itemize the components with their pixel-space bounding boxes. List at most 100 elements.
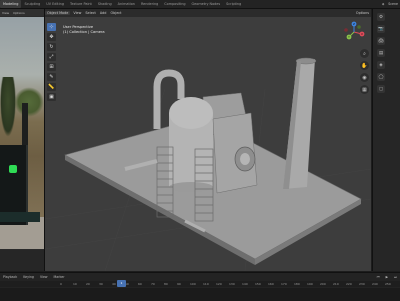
gizmo-y-label: Y (348, 35, 350, 39)
annotate-tool-icon[interactable]: ✎ (47, 73, 56, 81)
timeline-tick-label: 30 (99, 282, 103, 286)
viewport-options-button[interactable]: Options (354, 11, 371, 15)
workspace-tab[interactable]: Animation (115, 0, 138, 8)
timeline-tick-label: 150 (255, 282, 261, 286)
timeline-tick-label: 10 (73, 282, 77, 286)
timeline-tick-label: 20 (86, 282, 90, 286)
image-editor-menu-options[interactable]: Options (11, 11, 27, 15)
scene-properties-icon[interactable]: ◈ (377, 61, 385, 69)
timeline-menu-keying[interactable]: Keying (20, 275, 37, 279)
timeline-tick-label: 230 (359, 282, 365, 286)
workspace-tab[interactable]: Rendering (138, 0, 161, 8)
image-editor-menu-view[interactable]: View (0, 11, 11, 15)
tool-settings-icon[interactable]: ⚙ (377, 13, 385, 21)
workspace-tab[interactable]: Shading (95, 0, 115, 8)
timeline-header: Playback Keying View Marker ⏮ ▶ ⏭ (0, 273, 400, 280)
timeline-tick-label: 210 (333, 282, 339, 286)
collection-info: (1) Collection | Camera (63, 30, 105, 34)
viewport-header: Object Mode View Select Add Object Optio… (45, 9, 371, 17)
zoom-icon[interactable]: ⌕ (360, 49, 369, 58)
timeline-tick-label: 240 (372, 282, 378, 286)
output-properties-icon[interactable]: 🖨 (377, 37, 385, 45)
measure-tool-icon[interactable]: 📏 (47, 83, 56, 91)
timeline-tick-label: 60 (138, 282, 142, 286)
timeline-tick-label: 170 (281, 282, 287, 286)
timeline-menu-marker[interactable]: Marker (51, 275, 68, 279)
perspective-toggle-icon[interactable]: ▦ (360, 85, 369, 94)
workspace-tab[interactable]: Texture Paint (67, 0, 95, 8)
workspace-tab[interactable]: Scripting (223, 0, 244, 8)
world-properties-icon[interactable]: ◯ (377, 73, 385, 81)
timeline-editor: Playback Keying View Marker ⏮ ▶ ⏭ 0 10 20 3… (0, 272, 400, 301)
navigation-gizmo[interactable]: X Y Z (343, 21, 365, 43)
pan-hand-icon[interactable]: ✋ (360, 61, 369, 70)
gizmo-z-label: Z (353, 22, 355, 26)
timeline-tick-label: 130 (229, 282, 235, 286)
viewport-menu-select[interactable]: Select (83, 11, 97, 15)
camera-view-icon[interactable]: ◉ (360, 73, 369, 82)
cursor-tool-icon[interactable]: ⊹ (47, 23, 56, 31)
timeline-tick-label: 200 (320, 282, 326, 286)
move-tool-icon[interactable]: ✥ (47, 33, 56, 41)
jump-start-icon[interactable]: ⏮ (374, 275, 383, 279)
viewport-menu-add[interactable]: Add (98, 11, 109, 15)
image-editor-header: View Options (0, 9, 44, 16)
timeline-tick-label: 100 (190, 282, 196, 286)
image-editor-panel: View Options (0, 9, 45, 271)
timeline-tick-label: 140 (242, 282, 248, 286)
timeline-tick-label: 220 (346, 282, 352, 286)
timeline-tick-label: 90 (177, 282, 181, 286)
top-bar: Modeling Sculpting UV Editing Texture Paint… (0, 0, 400, 9)
timeline-ruler[interactable]: 0 10 20 30 40 50 60 70 80 90 100 110 120 130 140 150 160… (0, 281, 400, 287)
reference-image (0, 17, 44, 249)
render-properties-icon[interactable]: 📷 (377, 25, 385, 33)
navigation-buttons: ⌕ ✋ ◉ ▦ (360, 49, 369, 94)
viewport-menu-object[interactable]: Object (108, 11, 123, 15)
gizmo-x-label: X (361, 32, 363, 36)
current-frame-indicator[interactable]: 1 (117, 280, 126, 287)
3d-viewport[interactable]: Object Mode View Select Add Object Optio… (45, 9, 371, 271)
timeline-tick-label: 70 (151, 282, 155, 286)
smokestack[interactable] (283, 57, 317, 189)
workspace-tab[interactable]: Sculpting (21, 0, 43, 8)
rotate-tool-icon[interactable]: ↻ (47, 43, 56, 51)
object-properties-icon[interactable]: ▢ (377, 85, 385, 93)
reference-stack (22, 103, 28, 151)
workspace-tab[interactable]: UV Editing (43, 0, 67, 8)
timeline-tick-label: 180 (294, 282, 300, 286)
tool-shelf: ⊹ ✥ ↻ ⤢ ⊞ ✎ 📏 ▣ (47, 23, 57, 101)
viewport-info-overlay: User Perspective (1) Collection | Camera (63, 25, 105, 35)
timeline-track-area[interactable] (0, 288, 400, 301)
play-icon[interactable]: ▶ (383, 275, 391, 279)
timeline-menu-view[interactable]: View (37, 275, 51, 279)
add-cube-tool-icon[interactable]: ▣ (47, 93, 56, 101)
jump-end-icon[interactable]: ⏭ (391, 275, 400, 279)
dome-tank[interactable] (169, 97, 213, 192)
properties-panel: ⚙ 📷 🖨 ▤ ◈ ◯ ▢ (372, 9, 400, 271)
mode-selector[interactable]: Object Mode (45, 11, 71, 15)
transform-tool-icon[interactable]: ⊞ (47, 63, 56, 71)
reference-base (0, 212, 40, 222)
timeline-tick-label: 0 (60, 282, 62, 286)
timeline-tick-label: 110 (203, 282, 209, 286)
image-editor-footer (0, 250, 44, 271)
machinery-block[interactable] (212, 112, 258, 194)
workspace-tabs: Modeling Sculpting UV Editing Texture Paint… (0, 0, 244, 8)
scale-tool-icon[interactable]: ⤢ (47, 53, 56, 61)
viewport-menu-view[interactable]: View (71, 11, 83, 15)
timeline-tick-label: 160 (268, 282, 274, 286)
reference-bush (14, 87, 44, 117)
timeline-tick-label: 40 (112, 282, 116, 286)
top-right-area: ◈ Scene (380, 0, 400, 8)
scene-label[interactable]: Scene (386, 2, 400, 6)
timeline-tick-label: 250 (385, 282, 391, 286)
workspace-tab[interactable]: Geometry Nodes (189, 0, 224, 8)
timeline-tick-label: 80 (164, 282, 168, 286)
workspace-tab[interactable]: Compositing (161, 0, 188, 8)
viewport-scene (45, 57, 371, 271)
workspace-tab[interactable]: Modeling (0, 0, 22, 8)
view-layer-icon[interactable]: ▤ (377, 49, 385, 57)
timeline-menu-playback[interactable]: Playback (0, 275, 20, 279)
timeline-tick-label: 120 (216, 282, 222, 286)
reference-green-part (9, 165, 17, 173)
